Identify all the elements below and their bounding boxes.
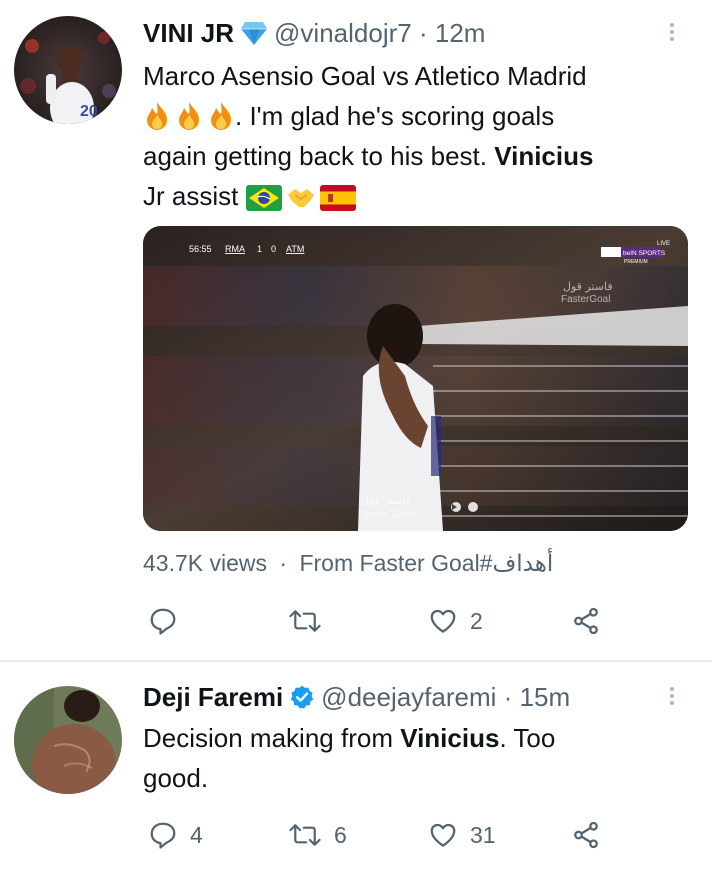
tweet-text-line: . I'm glad he's scoring goals [143,96,703,136]
brazil-flag-icon [245,185,282,211]
video-away-team: ATM [286,244,304,254]
retweet-icon [289,610,321,632]
separator-dot: · [503,682,513,712]
tweet-text-line: Jr assist [143,176,703,216]
svg-text:20: 20 [80,103,98,120]
video-clock: 56:55 [189,244,212,254]
diamond-icon [240,20,268,52]
tweet-text: Decision making from Vinicius. Too good. [143,718,703,798]
tweet-text-segment: . Too [499,723,556,753]
tweet-text-segment: Decision making from [143,723,401,753]
tweet-text-segment: . I'm glad he's scoring goals [235,101,555,131]
video-score-home: 1 [257,244,262,254]
video-frame: 56:55 RMA 1 0 ATM LIVE beIN SPORTS PREMI… [143,226,688,531]
retweet-button[interactable]: 6 [288,820,347,850]
like-icon [430,823,456,847]
tweet-text-highlight: Vinicius [494,141,594,171]
verified-icon [289,684,315,716]
tweet-text-line: Marco Asensio Goal vs Atletico Madrid [143,61,587,91]
handshake-icon [287,189,314,207]
author-name[interactable]: Deji Faremi [143,682,283,712]
timestamp[interactable]: 12m [435,18,486,48]
video-meta: 43.7K views · From Faster Goal#أهداف [143,550,553,577]
tweet-vinijr[interactable]: 20 VINI JR @vinaldojr7 · 12m Marco Asens… [0,0,712,660]
video-score-away: 0 [271,244,276,254]
retweet-count: 6 [334,821,347,848]
like-count: 2 [470,607,483,634]
tweet-text-line: again getting back to his best. Vinicius [143,136,703,176]
tweet-text-segment: Jr assist [143,181,239,211]
flag-emoji-group [245,185,356,211]
fire-icon [179,102,199,130]
tweet-header: VINI JR @vinaldojr7 · 12m [143,18,485,52]
video-home-team: RMA [225,244,245,254]
reply-button[interactable]: 4 [148,820,203,850]
author-handle[interactable]: @vinaldojr7 [274,18,412,48]
retweet-button[interactable] [288,606,322,636]
tweet-text-line: good. [143,763,209,793]
tweet-header: Deji Faremi @deejayfaremi · 15m [143,682,570,716]
views-count: 43.7K views [143,550,268,576]
video-source[interactable]: From Faster Goal#أهداف [299,550,553,576]
like-button[interactable]: 31 [428,820,496,850]
more-options-icon[interactable] [662,20,682,50]
tweet-text: Marco Asensio Goal vs Atletico Madrid . … [143,56,703,216]
meta-separator: · [279,550,288,576]
author-handle[interactable]: @deejayfaremi [321,682,496,712]
tweet-text-segment: again getting back to his best. [143,141,495,171]
tweet-dejifaremi[interactable]: Deji Faremi @deejayfaremi · 15m Decision… [0,662,712,881]
reply-button[interactable] [148,606,178,636]
avatar-vinijr[interactable]: 20 [14,16,122,124]
watermark-bottom-english: Faster Goal [358,509,415,521]
fire-icon [211,102,231,130]
reply-count: 4 [190,821,203,848]
share-icon [574,607,598,635]
separator-dot: · [418,18,428,48]
reply-icon [150,608,176,635]
fire-icon [147,102,167,130]
like-count: 31 [470,821,496,848]
more-options-icon[interactable] [662,684,682,714]
share-button[interactable] [570,820,602,850]
live-label: LIVE [657,241,670,247]
share-button[interactable] [570,606,602,636]
like-icon [430,609,456,633]
avatar-dejifaremi[interactable] [14,686,122,794]
share-icon [574,821,598,849]
watermark-bottom-arabic: فاستر قول [361,494,411,507]
retweet-icon [289,824,321,846]
network-sub: PREMIUM [624,259,648,265]
tweet-text-highlight: Vinicius [400,723,500,753]
reply-icon [150,822,176,849]
like-button[interactable]: 2 [428,606,483,636]
video-player[interactable]: 56:55 RMA 1 0 ATM LIVE beIN SPORTS PREMI… [143,226,688,531]
network-name: beIN SPORTS [623,250,666,257]
watermark-english: FasterGoal [561,294,610,305]
author-name[interactable]: VINI JR [143,18,234,48]
spain-flag-icon [319,185,356,211]
watermark-arabic: فاستر قول [563,280,613,293]
fire-emoji-group [143,101,235,131]
tweet-text-line: Decision making from Vinicius. Too [143,718,703,758]
timestamp[interactable]: 15m [520,682,571,712]
